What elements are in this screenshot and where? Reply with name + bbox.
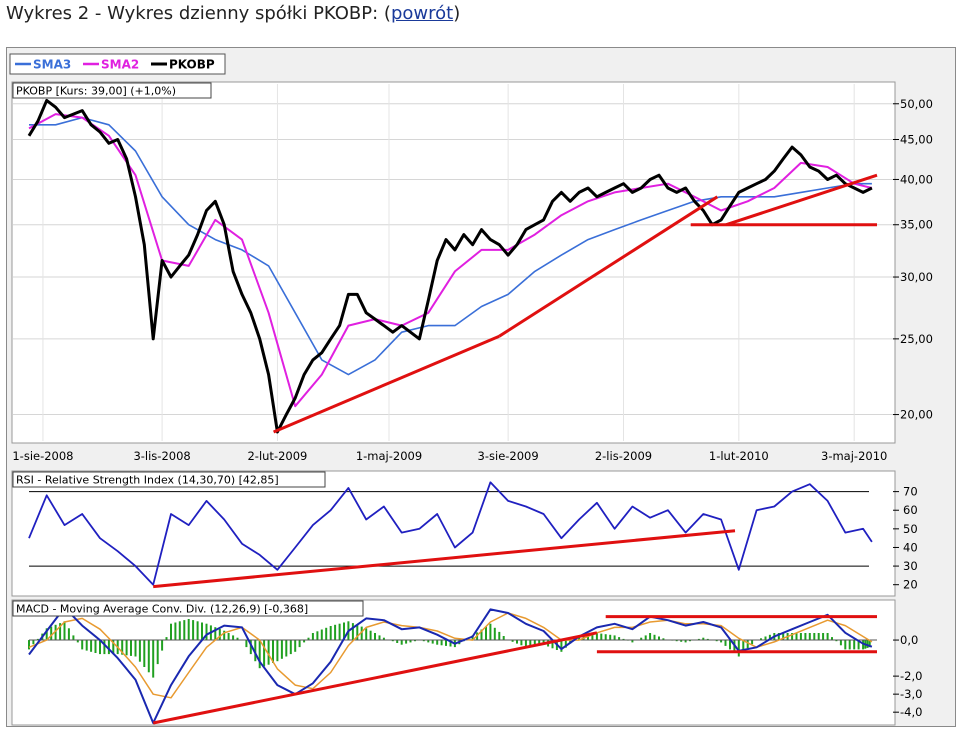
rsi-panel-title: RSI - Relative Strength Index (14,30,70)… (16, 474, 279, 487)
price-y-tick-label: 30,00 (900, 270, 933, 284)
rsi-y-tick-label: 20 (903, 578, 918, 592)
price-x-tick-label: 1-sie-2008 (12, 449, 73, 463)
rsi-plot-area (11, 470, 896, 597)
price-x-tick-label: 2-lis-2009 (595, 449, 652, 463)
chart-svg: SMA3 SMA2 PKOBP 50,00 45,00 40,00 35,00 30,0… (9, 53, 933, 726)
price-x-axis: 1-sie-2008 3-lis-2008 2-lut-2009 1-maj-2009… (12, 449, 887, 463)
price-y-tick-label: 45,00 (900, 133, 933, 147)
price-x-tick-label: 3-sie-2009 (478, 449, 539, 463)
price-plot-area (11, 81, 896, 444)
rsi-y-tick-label: 70 (903, 485, 918, 499)
macd-y-tick-label: -4,0 (900, 705, 922, 719)
legend-label-price: PKOBP (169, 58, 215, 72)
price-x-tick-label: 1-lut-2010 (709, 449, 769, 463)
price-x-tick-label: 2-lut-2009 (247, 449, 307, 463)
rsi-y-tick-label: 60 (903, 503, 918, 517)
macd-y-tick-label: 0,0 (900, 633, 918, 647)
price-y-axis: 50,00 45,00 40,00 35,00 30,00 25,00 20,00 (893, 97, 933, 422)
back-link[interactable]: powrót (391, 3, 453, 24)
macd-y-tick-label: -3,0 (900, 687, 922, 701)
page-title-text: Wykres 2 - Wykres dzienny spółki PKOBP: … (6, 3, 391, 24)
price-x-tick-label: 1-maj-2009 (356, 449, 422, 463)
price-panel-title: PKOBP [Kurs: 39,00] (+1,0%) (16, 85, 176, 98)
page-title-suffix: ) (453, 3, 461, 24)
price-y-tick-label: 35,00 (900, 218, 933, 232)
rsi-y-axis: 70 60 50 40 30 20 (893, 485, 918, 592)
macd-panel: 0,0 -2,0 -3,0 -4,0 MACD - Moving Average Co… (11, 599, 922, 726)
legend-label-sma2: SMA2 (101, 58, 139, 72)
price-panel: 50,00 45,00 40,00 35,00 30,00 25,00 20,00 1-si… (11, 81, 933, 463)
rsi-y-tick-label: 30 (903, 559, 918, 573)
price-y-tick-label: 40,00 (900, 172, 933, 186)
price-y-tick-label: 20,00 (900, 408, 933, 422)
rsi-panel: 70 60 50 40 30 20 RSI - Relative Strength Ind… (11, 470, 918, 597)
legend: SMA3 SMA2 PKOBP (9, 53, 226, 75)
rsi-y-tick-label: 50 (903, 522, 918, 536)
macd-panel-title: MACD - Moving Average Conv. Div. (12,26,… (16, 603, 308, 616)
price-x-tick-label: 3-maj-2010 (821, 449, 887, 463)
price-y-tick-label: 50,00 (900, 97, 933, 111)
page-title: Wykres 2 - Wykres dzienny spółki PKOBP: … (6, 3, 460, 24)
legend-label-sma3: SMA3 (33, 58, 71, 72)
price-y-tick-label: 25,00 (900, 332, 933, 346)
price-x-tick-label: 3-lis-2008 (133, 449, 190, 463)
rsi-y-tick-label: 40 (903, 540, 918, 554)
macd-y-tick-label: -2,0 (900, 669, 922, 683)
chart-frame: SMA3 SMA2 PKOBP 50,00 45,00 40,00 35,00 30,0… (6, 47, 956, 727)
